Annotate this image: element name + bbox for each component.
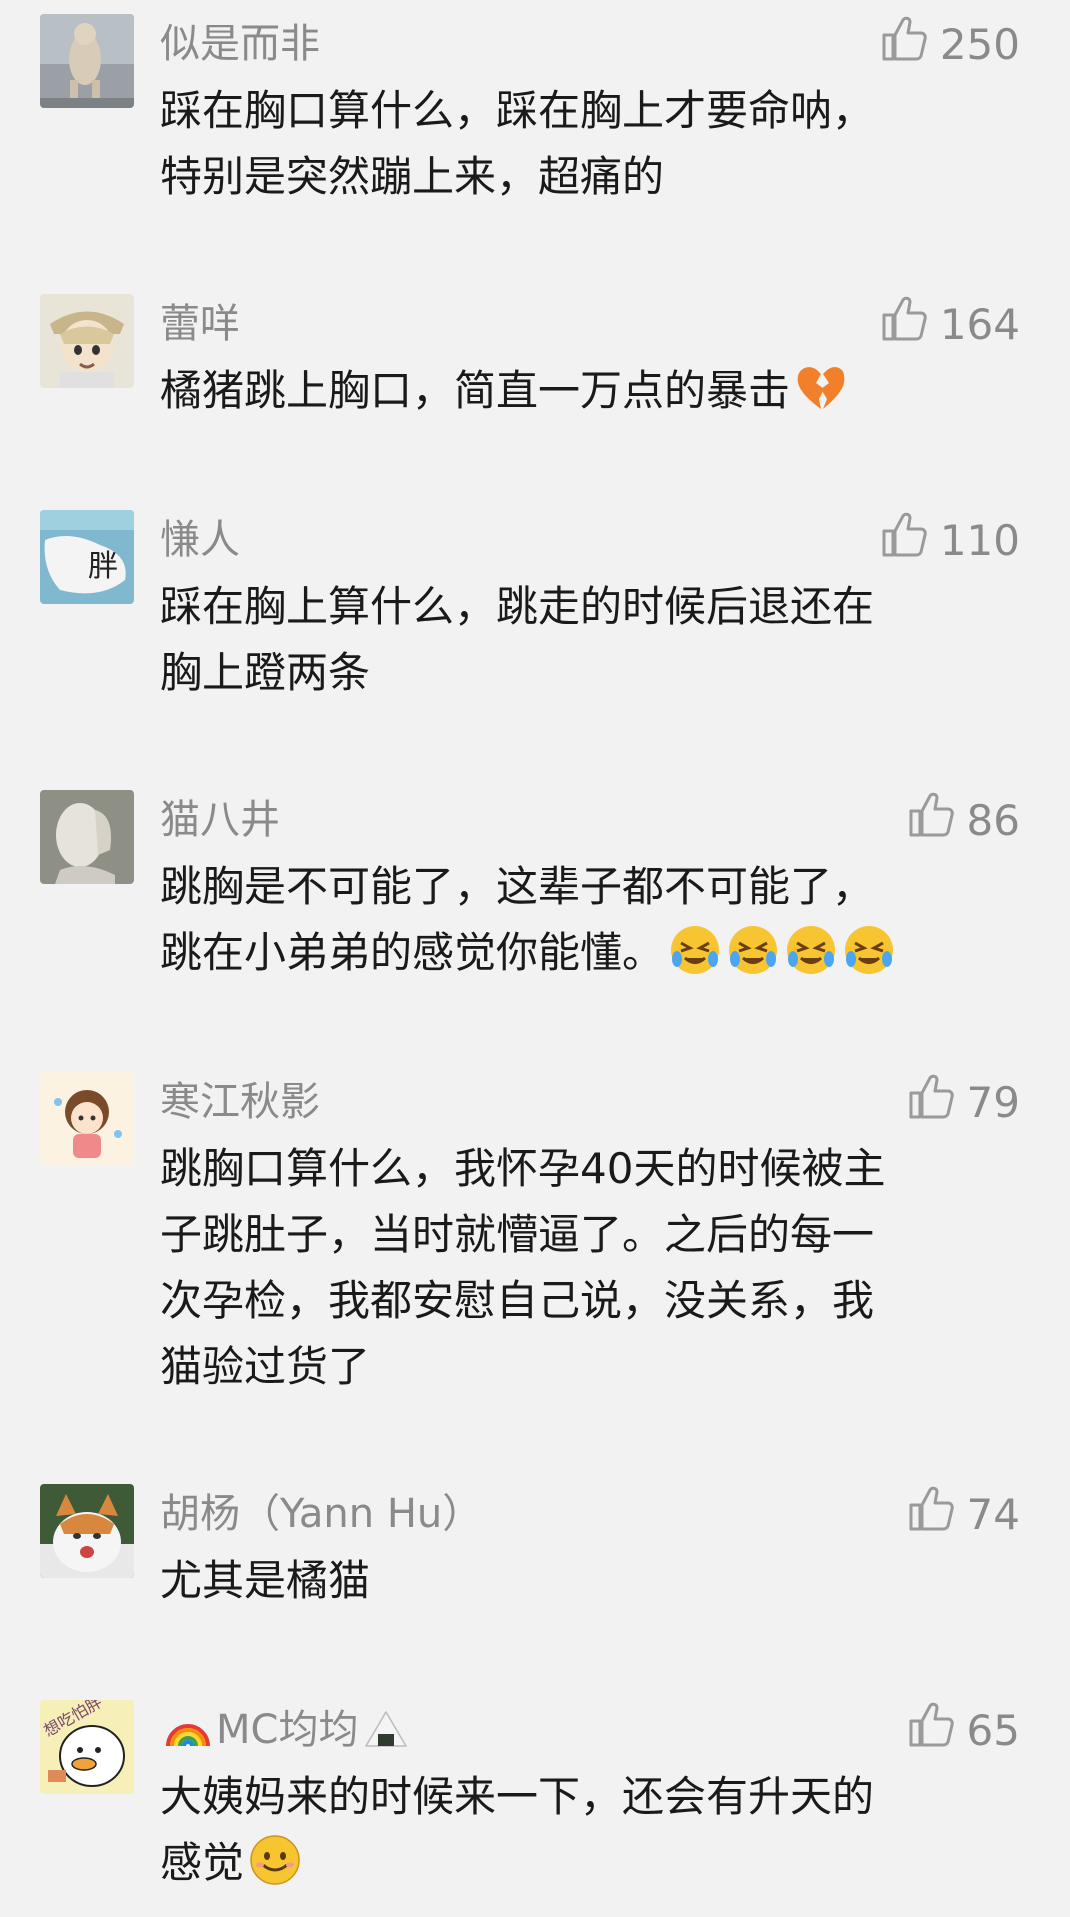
comment-text: 踩在胸上算什么，跳走的时候后退还在 胸上蹬两条	[160, 574, 1020, 706]
like-button[interactable]: 86	[905, 790, 1020, 850]
avatar[interactable]	[40, 790, 134, 884]
avatar[interactable]: 胖	[40, 510, 134, 604]
like-button[interactable]: 250	[878, 14, 1020, 74]
comment-line: 踩在胸口算什么，踩在胸上才要命呐，	[160, 86, 875, 135]
username[interactable]: 寒江秋影	[160, 1072, 320, 1132]
thumbs-up-icon	[905, 789, 967, 851]
comment-text: 尤其是橘猫	[160, 1548, 1020, 1614]
comment-line: 踩在胸上算什么，跳走的时候后退还在	[160, 582, 875, 631]
like-count: 86	[966, 795, 1020, 845]
rainbow-icon	[164, 1706, 212, 1754]
thumbs-up-icon	[878, 509, 940, 571]
crying-laughing-emoji	[726, 923, 780, 977]
like-count: 250	[939, 19, 1020, 69]
avatar[interactable]	[40, 294, 134, 388]
username[interactable]: 猫八井	[160, 790, 280, 850]
crying-laughing-emoji	[668, 923, 722, 977]
comment-text: 踩在胸口算什么，踩在胸上才要命呐， 特别是突然蹦上来，超痛的	[160, 78, 1020, 210]
rice-ball-icon	[362, 1706, 410, 1754]
smile-emoji	[248, 1833, 302, 1887]
like-count: 74	[966, 1489, 1020, 1539]
like-button[interactable]: 74	[905, 1484, 1020, 1544]
comment-line: 橘猪跳上胸口，简直一万点的暴击	[160, 366, 791, 415]
comment-line: 跳胸口算什么，我怀孕40天的时候被主	[160, 1144, 886, 1193]
thumbs-up-icon	[905, 1071, 967, 1133]
broken-heart-emoji	[794, 361, 848, 415]
like-count: 164	[939, 299, 1020, 349]
like-button[interactable]: 164	[878, 294, 1020, 354]
comment-text: 跳胸是不可能了，这辈子都不可能了， 跳在小弟弟的感觉你能懂。	[160, 854, 1020, 986]
comment-line: 次孕检，我都安慰自己说，没关系，我	[160, 1276, 875, 1325]
username[interactable]: 慊人	[160, 510, 240, 570]
like-button[interactable]: 110	[878, 510, 1020, 570]
comment-line: 尤其是橘猫	[160, 1556, 371, 1605]
like-count: 65	[966, 1705, 1020, 1755]
comment-text: 橘猪跳上胸口，简直一万点的暴击	[160, 358, 1020, 424]
thumbs-up-icon	[905, 1483, 967, 1545]
crying-laughing-emoji	[842, 923, 896, 977]
username[interactable]: 蕾咩	[160, 294, 240, 354]
like-button[interactable]: 79	[905, 1072, 1020, 1132]
comment-line: 大姨妈来的时候来一下，还会有升天的	[160, 1772, 875, 1821]
comment-line: 猫验过货了	[160, 1342, 371, 1391]
crying-laughing-emoji	[784, 923, 838, 977]
thumbs-up-icon	[878, 13, 940, 75]
avatar[interactable]	[40, 14, 134, 108]
like-count: 79	[966, 1077, 1020, 1127]
comment-line: 子跳肚子，当时就懵逼了。之后的每一	[160, 1210, 875, 1259]
comment-line: 胸上蹬两条	[160, 648, 371, 697]
comment-line: 感觉	[160, 1838, 245, 1887]
comment-line: 跳在小弟弟的感觉你能懂。	[160, 928, 665, 977]
username[interactable]: 胡杨（Yann Hu）	[160, 1484, 482, 1544]
comment-text: 大姨妈来的时候来一下，还会有升天的 感觉	[160, 1764, 1020, 1896]
username-text: MC均均	[216, 1707, 359, 1753]
avatar[interactable]	[40, 1484, 134, 1578]
avatar[interactable]	[40, 1072, 134, 1166]
avatar-glyph: 胖	[88, 549, 118, 584]
comment-line: 跳胸是不可能了，这辈子都不可能了，	[160, 862, 875, 911]
thumbs-up-icon	[905, 1699, 967, 1761]
username[interactable]: MC均均	[160, 1700, 414, 1760]
like-count: 110	[939, 515, 1020, 565]
username[interactable]: 似是而非	[160, 14, 320, 74]
thumbs-up-icon	[878, 293, 940, 355]
like-button[interactable]: 65	[905, 1700, 1020, 1760]
comment-text: 跳胸口算什么，我怀孕40天的时候被主 子跳肚子，当时就懵逼了。之后的每一 次孕检…	[160, 1136, 1020, 1400]
avatar[interactable]: 想吃怕胖	[40, 1700, 134, 1794]
comment-line: 特别是突然蹦上来，超痛的	[160, 152, 665, 201]
